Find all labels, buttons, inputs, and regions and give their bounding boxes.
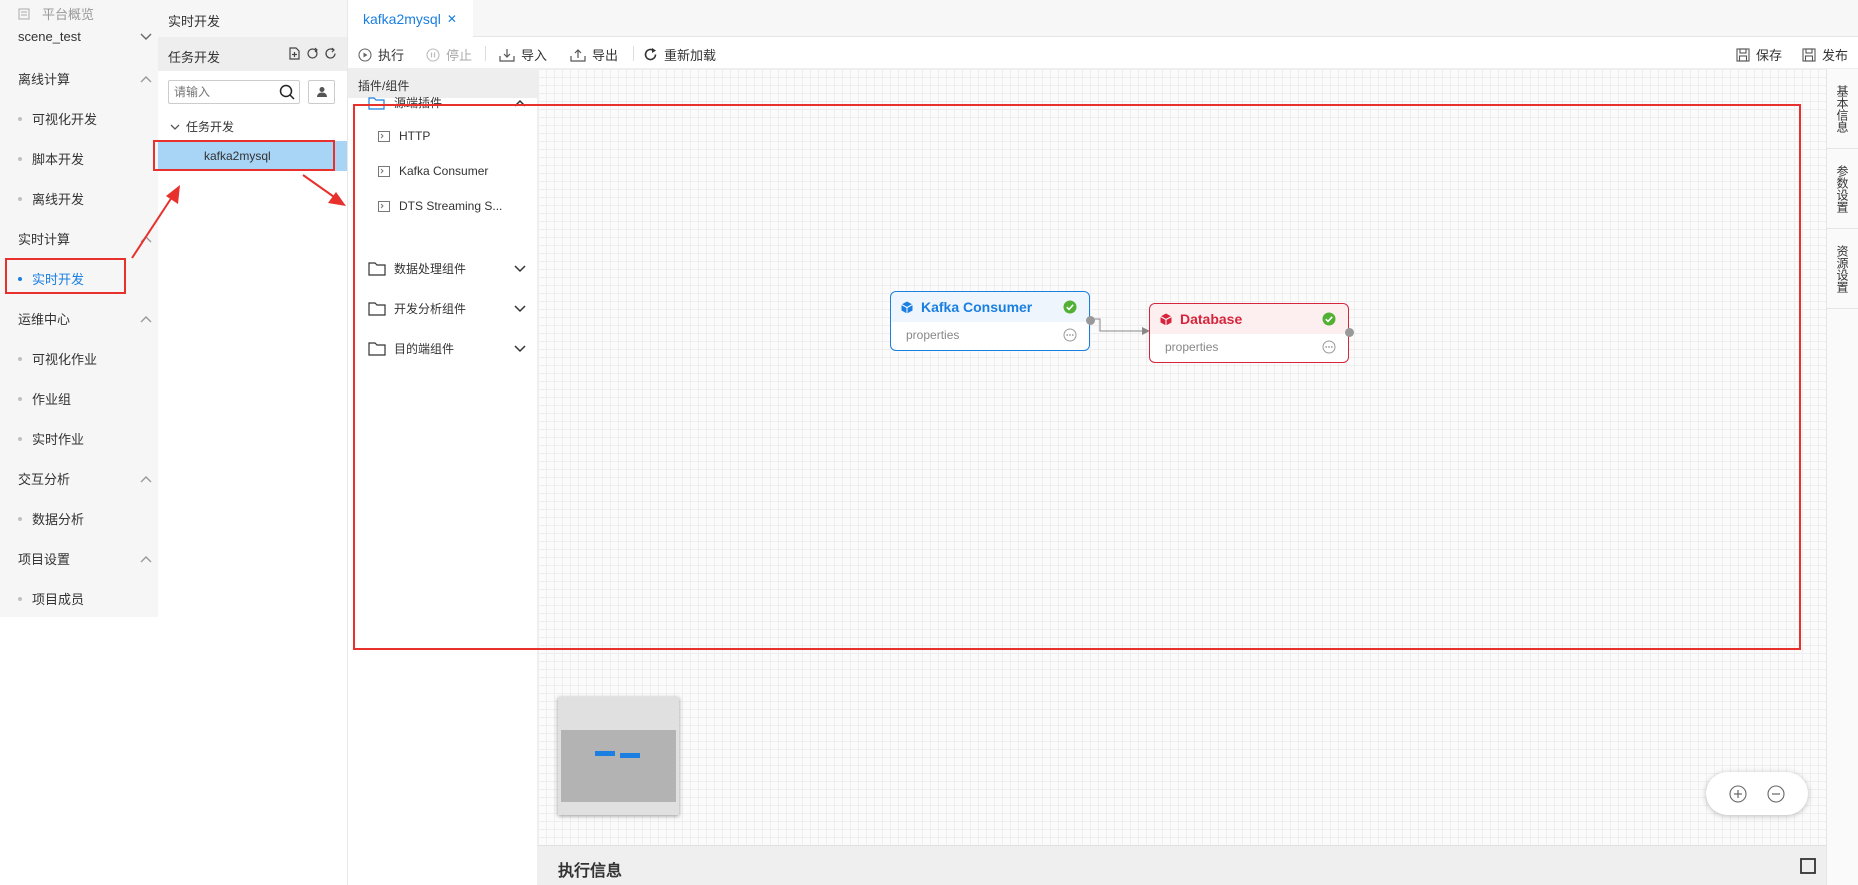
annotation-arrows (131, 174, 346, 259)
